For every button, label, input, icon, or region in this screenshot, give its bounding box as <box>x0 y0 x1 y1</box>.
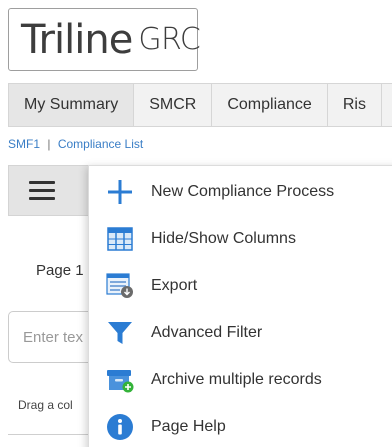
menu-item-hide-show-columns[interactable]: Hide/Show Columns <box>89 215 392 262</box>
tab-risk[interactable]: Ris <box>328 84 382 126</box>
page-indicator: Page 1 <box>36 262 84 279</box>
plus-icon <box>105 177 135 207</box>
menu-item-label: Archive multiple records <box>151 370 322 388</box>
menu-item-advanced-filter[interactable]: Advanced Filter <box>89 309 392 356</box>
menu-item-label: New Compliance Process <box>151 182 335 200</box>
menu-item-archive-multiple-records[interactable]: Archive multiple records <box>89 356 392 403</box>
menu-item-label: Page Help <box>151 417 226 435</box>
group-drag-hint: Drag a col <box>18 398 73 412</box>
menu-item-label: Export <box>151 276 198 294</box>
breadcrumb-compliance-list[interactable]: Compliance List <box>58 137 143 151</box>
grid-toolbar <box>8 165 98 216</box>
breadcrumb: SMF1 | Compliance List <box>8 137 143 151</box>
export-icon <box>105 271 135 301</box>
tab-compliance[interactable]: Compliance <box>212 84 328 126</box>
menu-item-new-compliance-process[interactable]: New Compliance Process <box>89 168 392 215</box>
menu-item-label: Advanced Filter <box>151 323 263 341</box>
hamburger-menu-icon[interactable] <box>29 181 55 201</box>
app-logo[interactable]: Triline GRC <box>8 8 201 71</box>
breadcrumb-separator: | <box>47 137 51 151</box>
tab-my-summary[interactable]: My Summary <box>9 84 135 126</box>
menu-item-export[interactable]: Export <box>89 262 392 309</box>
archive-icon <box>105 365 135 395</box>
actions-dropdown-menu: New Compliance Process Hide/Show Columns <box>88 165 392 447</box>
tab-smcr[interactable]: SMCR <box>134 84 213 126</box>
grid-header-fragment <box>8 434 88 447</box>
columns-icon <box>105 224 135 254</box>
logo-suffix: GRC <box>138 21 201 57</box>
logo-wordmark: Triline <box>21 16 133 63</box>
breadcrumb-smf1[interactable]: SMF1 <box>8 137 40 151</box>
main-nav: My Summary SMCR Compliance Ris <box>8 83 392 127</box>
info-icon <box>105 412 135 442</box>
funnel-icon <box>105 318 135 348</box>
menu-item-label: Hide/Show Columns <box>151 229 296 247</box>
menu-item-page-help[interactable]: Page Help <box>89 403 392 447</box>
